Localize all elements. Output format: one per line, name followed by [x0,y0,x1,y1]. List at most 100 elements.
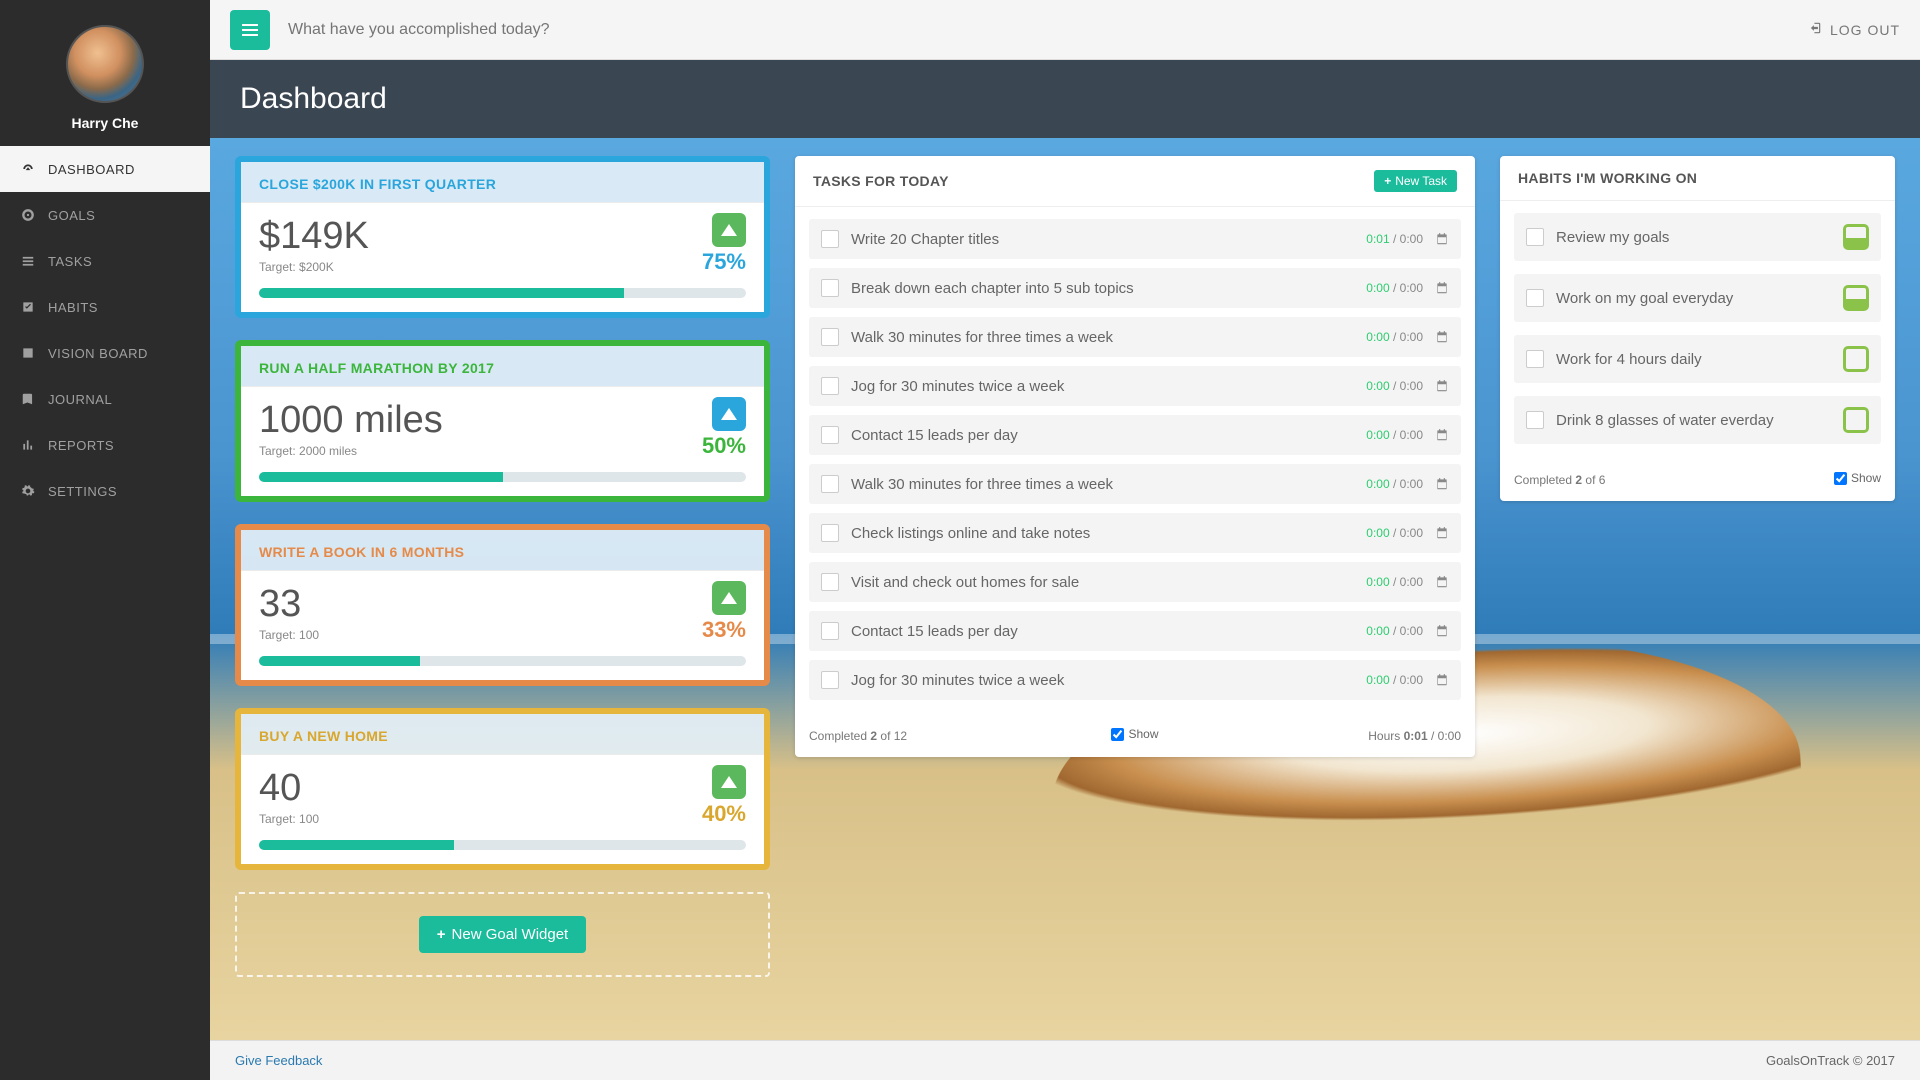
task-time: 0:00 / 0:00 [1366,379,1423,393]
calendar-icon[interactable] [1435,575,1449,589]
new-task-button[interactable]: New Task [1374,170,1457,192]
up-arrow-icon [712,581,746,615]
sidebar-item-habits[interactable]: HABITS [0,284,210,330]
goal-percent: 40% [702,801,746,827]
calendar-icon[interactable] [1435,526,1449,540]
habit-checkbox[interactable] [1526,289,1544,307]
sidebar-item-goals[interactable]: GOALS [0,192,210,238]
up-arrow-icon [712,765,746,799]
task-title[interactable]: Jog for 30 minutes twice a week [851,672,1354,689]
goal-target: Target: 100 [259,628,746,642]
username: Harry Che [0,115,210,131]
calendar-icon[interactable] [1435,624,1449,638]
calendar-icon[interactable] [1435,428,1449,442]
feedback-link[interactable]: Give Feedback [235,1053,322,1068]
habit-row: Work for 4 hours daily [1514,335,1881,383]
calendar-icon[interactable] [1435,477,1449,491]
task-checkbox[interactable] [821,230,839,248]
tasks-title: TASKS FOR TODAY [813,173,949,189]
task-time: 0:00 / 0:00 [1366,624,1423,638]
target-icon [20,207,36,223]
calendar-icon[interactable] [1435,281,1449,295]
list-icon [20,253,36,269]
task-checkbox[interactable] [821,573,839,591]
habit-title[interactable]: Drink 8 glasses of water everday [1556,412,1831,429]
check-icon [20,299,36,315]
gear-icon [20,483,36,499]
goal-percent: 75% [702,249,746,275]
logout-icon [1808,21,1822,38]
habit-toggle[interactable] [1843,224,1869,250]
task-time: 0:00 / 0:00 [1366,281,1423,295]
task-title[interactable]: Write 20 Chapter titles [851,231,1354,248]
habit-title[interactable]: Review my goals [1556,229,1831,246]
task-checkbox[interactable] [821,475,839,493]
copyright: GoalsOnTrack © 2017 [1766,1053,1895,1068]
habit-checkbox[interactable] [1526,228,1544,246]
calendar-icon[interactable] [1435,379,1449,393]
habits-footer: Completed 2 of 6 Show [1500,461,1895,501]
tasks-show-toggle[interactable]: Show [1111,727,1158,741]
calendar-icon[interactable] [1435,330,1449,344]
task-row: Walk 30 minutes for three times a week 0… [809,317,1461,357]
task-title[interactable]: Walk 30 minutes for three times a week [851,476,1354,493]
sidebar-item-tasks[interactable]: TASKS [0,238,210,284]
task-checkbox[interactable] [821,622,839,640]
goal-target: Target: 2000 miles [259,444,746,458]
calendar-icon[interactable] [1435,673,1449,687]
goal-widget[interactable]: CLOSE $200K IN FIRST QUARTER $149K Targe… [235,156,770,318]
task-title[interactable]: Contact 15 leads per day [851,623,1354,640]
task-row: Check listings online and take notes 0:0… [809,513,1461,553]
habit-checkbox[interactable] [1526,411,1544,429]
tasks-footer: Completed 2 of 12 Show Hours 0:01 / 0:00 [795,717,1475,757]
task-title[interactable]: Contact 15 leads per day [851,427,1354,444]
accomplish-input[interactable] [288,21,1808,39]
new-goal-widget-area: New Goal Widget [235,892,770,977]
goal-title: WRITE A BOOK IN 6 MONTHS [241,530,764,570]
habit-toggle[interactable] [1843,285,1869,311]
plus-icon [1384,174,1391,188]
habit-title[interactable]: Work on my goal everyday [1556,290,1831,307]
sidebar-item-dashboard[interactable]: DASHBOARD [0,146,210,192]
task-row: Contact 15 leads per day 0:00 / 0:00 [809,415,1461,455]
task-checkbox[interactable] [821,671,839,689]
habit-list: Review my goals Work on my goal everyday… [1500,201,1895,461]
nav-label: GOALS [48,208,95,223]
sidebar-item-reports[interactable]: REPORTS [0,422,210,468]
habit-title[interactable]: Work for 4 hours daily [1556,351,1831,368]
goal-title: RUN A HALF MARATHON BY 2017 [241,346,764,386]
goal-progress [259,840,746,850]
nav-label: HABITS [48,300,98,315]
menu-toggle[interactable] [230,10,270,50]
image-icon [20,345,36,361]
task-checkbox[interactable] [821,328,839,346]
sidebar-item-journal[interactable]: JOURNAL [0,376,210,422]
task-title[interactable]: Visit and check out homes for sale [851,574,1354,591]
sidebar-item-vision-board[interactable]: VISION BOARD [0,330,210,376]
task-title[interactable]: Jog for 30 minutes twice a week [851,378,1354,395]
goal-progress [259,656,746,666]
task-checkbox[interactable] [821,377,839,395]
goal-widget[interactable]: WRITE A BOOK IN 6 MONTHS 33 Target: 100 … [235,524,770,686]
nav-label: TASKS [48,254,92,269]
goal-widget[interactable]: BUY A NEW HOME 40 Target: 100 40% [235,708,770,870]
sidebar-item-settings[interactable]: SETTINGS [0,468,210,514]
habit-checkbox[interactable] [1526,350,1544,368]
task-checkbox[interactable] [821,426,839,444]
task-title[interactable]: Walk 30 minutes for three times a week [851,329,1354,346]
task-checkbox[interactable] [821,524,839,542]
task-checkbox[interactable] [821,279,839,297]
task-time: 0:01 / 0:00 [1366,232,1423,246]
goal-widget[interactable]: RUN A HALF MARATHON BY 2017 1000 miles T… [235,340,770,502]
nav-label: SETTINGS [48,484,117,499]
main: LOG OUT Dashboard CLOSE $200K IN FIRST Q… [210,0,1920,1080]
task-title[interactable]: Break down each chapter into 5 sub topic… [851,280,1354,297]
new-goal-widget-button[interactable]: New Goal Widget [419,916,586,953]
habit-toggle[interactable] [1843,346,1869,372]
habit-toggle[interactable] [1843,407,1869,433]
habits-show-toggle[interactable]: Show [1834,471,1881,485]
calendar-icon[interactable] [1435,232,1449,246]
task-title[interactable]: Check listings online and take notes [851,525,1354,542]
logout-button[interactable]: LOG OUT [1808,21,1900,38]
avatar[interactable] [66,25,144,103]
